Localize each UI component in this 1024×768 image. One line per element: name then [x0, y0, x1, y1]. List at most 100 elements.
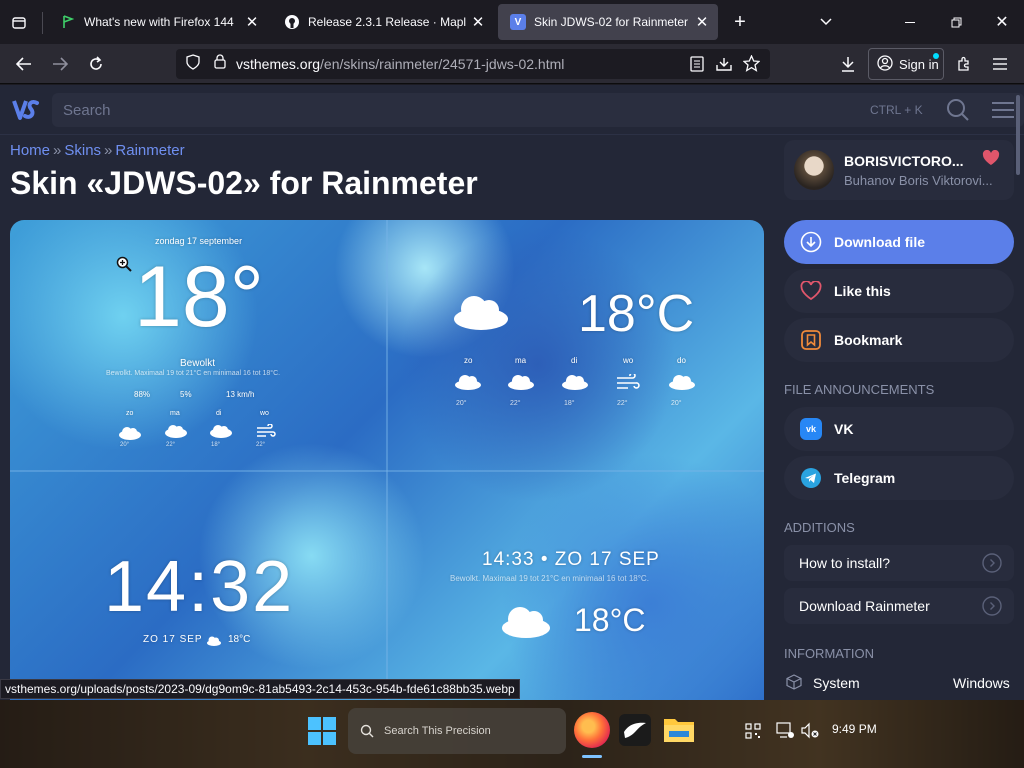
tab-firefox-whats-new[interactable]: What's new with Firefox 144 ✕	[48, 4, 268, 40]
download-icon	[800, 231, 822, 253]
reader-view-icon[interactable]	[690, 56, 704, 77]
address-bar[interactable]: vsthemes.org/en/skins/rainmeter/24571-jd…	[176, 49, 770, 79]
eagle-app-icon[interactable]	[619, 714, 651, 746]
restore-icon[interactable]	[942, 10, 970, 34]
qr-code-icon[interactable]	[745, 723, 761, 744]
tab-vsthemes[interactable]: V Skin JDWS-02 for Rainmeter do ✕	[498, 4, 718, 40]
sign-in-button[interactable]: Sign in	[868, 48, 944, 80]
q1-stat-humidity: 88%	[134, 390, 151, 399]
site-menu-icon[interactable]	[992, 101, 1014, 124]
author-full-name: Buhanov Boris Viktorovi...	[844, 173, 993, 188]
file-explorer-icon[interactable]	[663, 715, 695, 743]
wind-icon	[256, 423, 276, 443]
back-icon[interactable]	[12, 52, 36, 76]
navigation-toolbar: vsthemes.org/en/skins/rainmeter/24571-jd…	[0, 44, 1024, 84]
q1-day-temp: 20°	[120, 442, 130, 448]
information-heading: INFORMATION	[784, 646, 875, 661]
how-to-install-link[interactable]: How to install?	[784, 545, 1014, 581]
tab-title: Release 2.3.1 Release · Maplespa	[308, 15, 466, 29]
clock-time[interactable]: 9:49 PM	[832, 722, 877, 736]
bookmark-icon	[800, 329, 822, 351]
lock-icon[interactable]	[214, 54, 226, 74]
q1-description: Bewolkt. Maximaal 19 tot 21°C en minimaa…	[106, 370, 281, 377]
vk-icon: vk	[800, 418, 822, 440]
breadcrumb-rainmeter[interactable]: Rainmeter	[115, 142, 184, 159]
q1-date: zondag 17 september	[155, 236, 243, 246]
tab-title: Skin JDWS-02 for Rainmeter do	[534, 15, 690, 29]
q2-day: ma	[515, 356, 527, 365]
vk-button[interactable]: vk VK	[784, 407, 1014, 451]
firefox-view-icon[interactable]	[6, 10, 32, 36]
how-to-install-label: How to install?	[799, 555, 891, 571]
windows-start-icon[interactable]	[307, 716, 337, 751]
breadcrumb-skins[interactable]: Skins	[64, 142, 101, 159]
system-value: Windows	[953, 675, 1010, 691]
tab-github-release[interactable]: Release 2.3.1 Release · Maplespa ✕	[272, 4, 494, 40]
breadcrumb-separator: »	[104, 142, 113, 159]
tab-title: What's new with Firefox 144	[84, 15, 234, 29]
url-host: vsthemes.org	[236, 56, 321, 72]
breadcrumb: Home» Skins» Rainmeter	[10, 142, 185, 159]
q3-time: 14:32	[104, 547, 295, 627]
reload-icon[interactable]	[84, 52, 108, 76]
chevron-right-icon	[982, 553, 1002, 573]
close-window-icon[interactable]: ✕	[988, 10, 1016, 34]
cloud-icon	[209, 424, 233, 443]
volume-muted-icon[interactable]	[801, 722, 819, 744]
system-cube-icon	[786, 674, 802, 695]
cloud-icon	[164, 424, 188, 443]
minimize-icon[interactable]	[896, 10, 924, 34]
close-tab-icon[interactable]: ✕	[690, 10, 714, 34]
save-to-pocket-icon[interactable]	[716, 56, 732, 77]
q1-day-temp: 22°	[166, 442, 176, 448]
network-icon[interactable]	[776, 722, 794, 744]
preview-divider	[10, 470, 764, 472]
like-button[interactable]: Like this	[784, 269, 1014, 313]
breadcrumb-home[interactable]: Home	[10, 142, 50, 159]
author-card[interactable]: BORISVICTORO... Buhanov Boris Viktorovi.…	[784, 140, 1014, 200]
close-tab-icon[interactable]: ✕	[466, 10, 490, 34]
zoom-in-icon[interactable]	[116, 256, 132, 277]
page-scrollbar[interactable]	[1016, 95, 1020, 175]
link-status-bar: vsthemes.org/uploads/posts/2023-09/dg9om…	[0, 679, 520, 699]
web-page: Search CTRL + K Home» Skins» Rainmeter Ski…	[0, 85, 1024, 700]
search-icon[interactable]	[946, 98, 970, 127]
close-tab-icon[interactable]: ✕	[240, 10, 264, 34]
download-rainmeter-link[interactable]: Download Rainmeter	[784, 588, 1014, 624]
bookmark-label: Bookmark	[834, 332, 903, 348]
q4-description: Bewolkt. Maximaal 19 tot 21°C en minimaa…	[450, 574, 649, 583]
author-name: BORISVICTORO...	[844, 153, 964, 169]
skin-preview-image[interactable]: zondag 17 september 18° Bewolkt Bewolkt.…	[10, 220, 764, 700]
q2-day-temp: 20°	[671, 400, 682, 407]
bookmark-star-icon[interactable]	[742, 54, 761, 77]
telegram-label: Telegram	[834, 470, 896, 486]
extensions-icon[interactable]	[952, 52, 976, 76]
site-header: Search CTRL + K	[0, 85, 1024, 175]
chevron-right-icon	[982, 596, 1002, 616]
taskbar-search-box[interactable]: Search This Precision	[348, 708, 566, 754]
downloads-icon[interactable]	[836, 52, 860, 76]
firefox-taskbar-icon[interactable]	[574, 712, 610, 748]
shield-icon[interactable]	[186, 53, 200, 75]
forward-icon[interactable]	[48, 52, 72, 76]
download-file-label: Download file	[834, 234, 925, 250]
q1-stat-wind: 13 km/h	[226, 390, 255, 399]
heart-icon	[982, 149, 1000, 171]
vsthemes-logo[interactable]	[12, 98, 40, 127]
q1-stat-rain: 5%	[180, 390, 192, 399]
cloud-icon	[500, 604, 552, 643]
menu-hamburger-icon[interactable]	[988, 52, 1012, 76]
cloud-icon	[507, 374, 535, 395]
q4-time-date: 14:33 • ZO 17 SEP	[482, 549, 660, 570]
q2-day-temp: 18°	[564, 400, 575, 407]
download-file-button[interactable]: Download file	[784, 220, 1014, 264]
new-tab-icon[interactable]: +	[728, 10, 752, 34]
tab-list-chevron-icon[interactable]	[814, 10, 838, 34]
q1-day: wo	[260, 410, 269, 417]
sign-in-label: Sign in	[899, 56, 939, 72]
site-search-input[interactable]: Search CTRL + K	[52, 93, 1024, 127]
q1-day-temp: 22°	[256, 442, 266, 448]
telegram-button[interactable]: Telegram	[784, 456, 1014, 500]
q2-day: zo	[464, 356, 473, 365]
bookmark-button[interactable]: Bookmark	[784, 318, 1014, 362]
